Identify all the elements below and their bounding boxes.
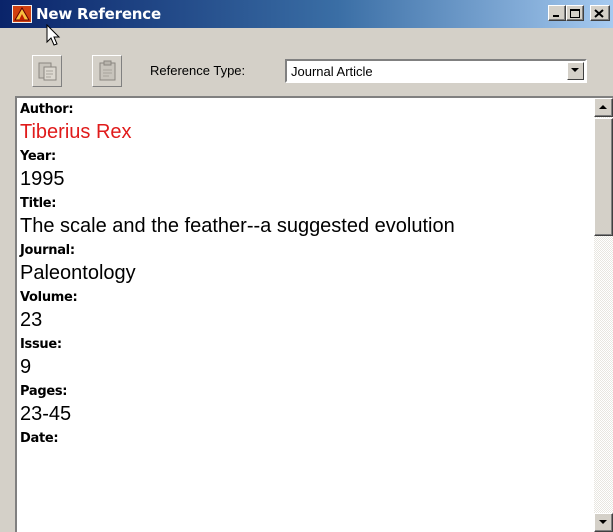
vertical-scrollbar[interactable]: [594, 98, 613, 532]
minimize-icon: [553, 15, 559, 17]
field-label: Date:: [20, 431, 59, 446]
field-label: Issue:: [20, 337, 62, 352]
minimize-button[interactable]: [548, 5, 566, 21]
arrow-up-icon: [599, 105, 607, 109]
field-label: Volume:: [20, 290, 78, 305]
field-label: Author:: [20, 102, 74, 117]
window-title: New Reference: [36, 5, 161, 23]
field-value[interactable]: 23: [20, 307, 590, 335]
copy-reference-icon: [38, 62, 57, 81]
close-button[interactable]: [590, 5, 610, 21]
field-value[interactable]: [20, 448, 590, 476]
scroll-down-button[interactable]: [594, 513, 613, 532]
arrow-down-icon: [599, 520, 607, 524]
field-value[interactable]: The scale and the feather--a suggested e…: [20, 213, 590, 241]
copy-reference-button[interactable]: [32, 55, 62, 87]
reference-fields-panel[interactable]: Author: Tiberius Rex Year: 1995 Title: T…: [15, 96, 613, 532]
close-icon: [594, 9, 604, 18]
paste-reference-button[interactable]: [92, 55, 122, 87]
field-author[interactable]: Author: Tiberius Rex: [20, 100, 590, 147]
field-label: Title:: [20, 196, 57, 211]
field-value[interactable]: 23-45: [20, 401, 590, 429]
field-pages[interactable]: Pages: 23-45: [20, 382, 590, 429]
field-value[interactable]: Paleontology: [20, 260, 590, 288]
paste-reference-icon: [99, 60, 116, 81]
field-value[interactable]: 1995: [20, 166, 590, 194]
field-issue[interactable]: Issue: 9: [20, 335, 590, 382]
maximize-button[interactable]: [566, 5, 584, 21]
field-label: Journal:: [20, 243, 75, 258]
field-volume[interactable]: Volume: 23: [20, 288, 590, 335]
reference-type-label: Reference Type:: [150, 63, 246, 78]
field-title[interactable]: Title: The scale and the feather--a sugg…: [20, 194, 590, 241]
field-date[interactable]: Date:: [20, 429, 590, 476]
dropdown-button[interactable]: [567, 62, 584, 80]
field-label: Pages:: [20, 384, 68, 399]
field-label: Year:: [20, 149, 56, 164]
chevron-down-icon: [571, 68, 579, 72]
reference-type-value: Journal Article: [291, 64, 373, 79]
app-icon[interactable]: [12, 5, 32, 23]
mouse-cursor-icon: [46, 24, 61, 46]
field-value[interactable]: 9: [20, 354, 590, 382]
field-list: Author: Tiberius Rex Year: 1995 Title: T…: [20, 100, 590, 476]
scrollbar-thumb[interactable]: [594, 118, 613, 236]
title-bar[interactable]: New Reference: [0, 0, 613, 28]
reference-type-select[interactable]: Journal Article: [285, 59, 587, 83]
field-value[interactable]: Tiberius Rex: [20, 119, 590, 147]
field-journal[interactable]: Journal: Paleontology: [20, 241, 590, 288]
field-year[interactable]: Year: 1995: [20, 147, 590, 194]
scroll-up-button[interactable]: [594, 98, 613, 117]
maximize-icon: [570, 9, 580, 18]
